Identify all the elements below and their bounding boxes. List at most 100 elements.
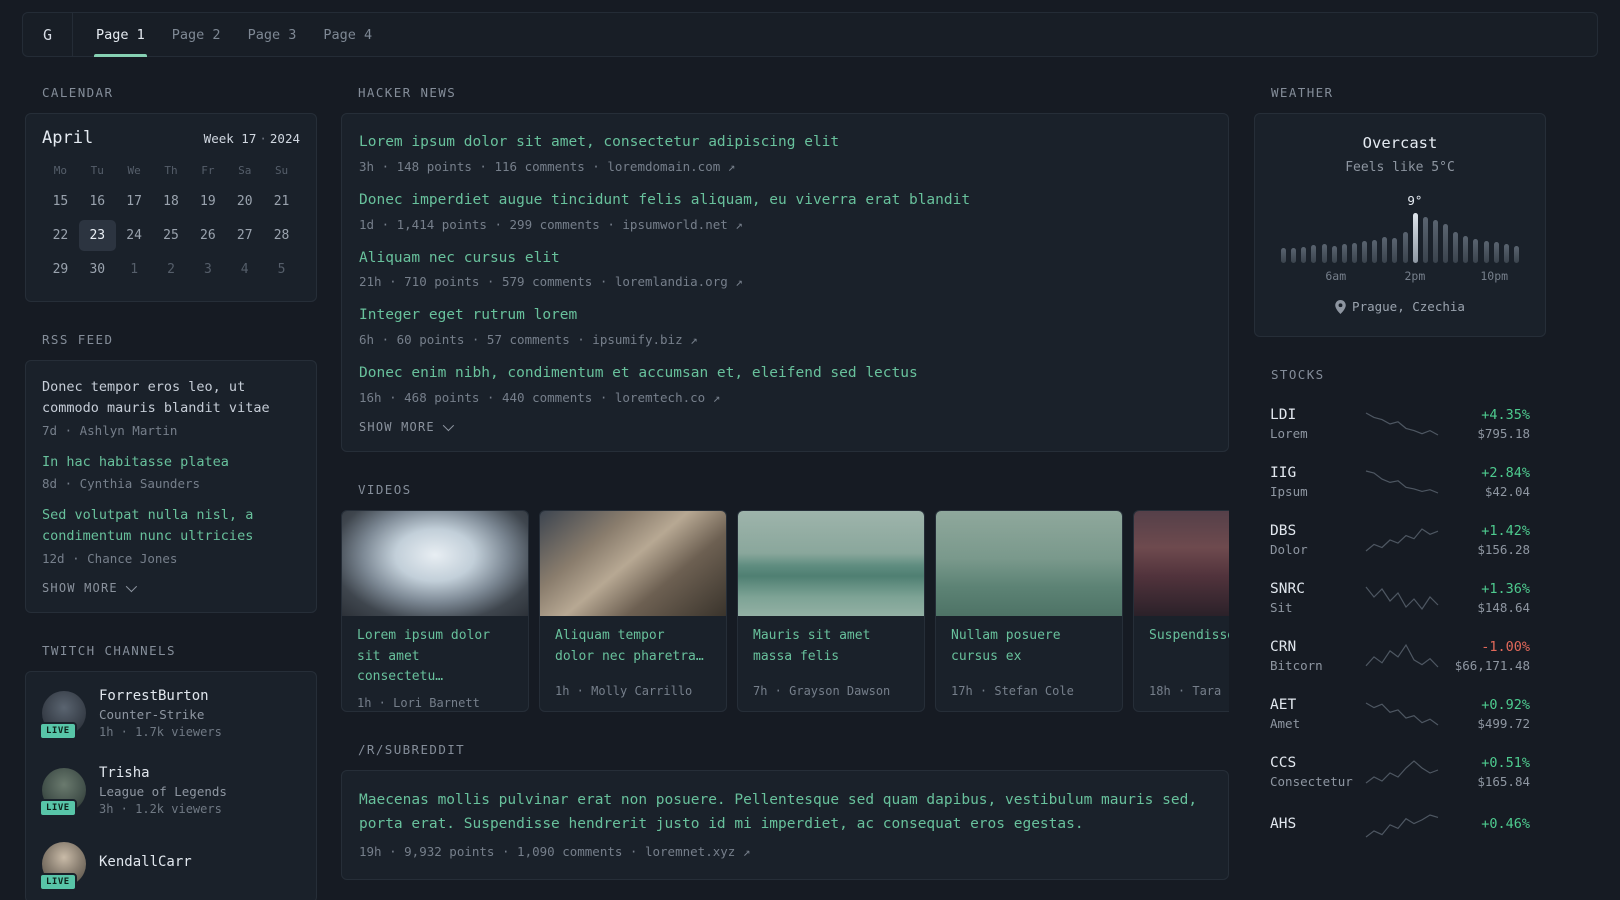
rss-item: Donec tempor eros leo, ut commodo mauris… <box>42 377 300 438</box>
stock-price: $156.28 <box>1477 541 1530 557</box>
calendar-dow-label: Su <box>274 164 289 177</box>
hn-source-link[interactable]: ipsumworld.net ↗ <box>622 217 742 232</box>
calendar-dow-label: Sa <box>238 164 252 177</box>
hn-source-link[interactable]: ipsumify.biz ↗ <box>592 332 697 347</box>
hn-item-title[interactable]: Lorem ipsum dolor sit amet, consectetur … <box>359 132 1211 154</box>
hn-source-link[interactable]: loremlandia.org ↗ <box>615 274 743 289</box>
video-title: Lorem ipsum dolor sit amet consectetu… <box>357 627 491 685</box>
twitch-channel[interactable]: LIVE Trisha League of Legends 3h · 1.2k … <box>39 765 300 818</box>
stock-row[interactable]: AET Amet +0.92% $499.72 <box>1254 685 1546 743</box>
twitch-channel[interactable]: LIVE KendallCarr <box>39 841 300 891</box>
show-more-button[interactable]: SHOW MORE <box>359 419 454 434</box>
weather-bar <box>1372 239 1378 263</box>
stock-row[interactable]: IIG Ipsum +2.84% $42.04 <box>1254 453 1546 511</box>
weather-bar <box>1453 232 1459 263</box>
stock-row[interactable]: AHS +0.46% <box>1254 801 1546 851</box>
post-title[interactable]: Maecenas mollis pulvinar erat non posuer… <box>359 789 1211 837</box>
hn-item: Aliquam nec cursus elit 21h · 710 points… <box>359 248 1211 290</box>
stock-price: $42.04 <box>1484 483 1530 499</box>
video-thumbnail <box>540 510 726 616</box>
top-nav: G Page 1 Page 2 Page 3 Page 4 <box>22 12 1598 57</box>
calendar-day: 1 <box>130 262 139 277</box>
hn-item-title[interactable]: Integer eget rutrum lorem <box>359 305 1211 327</box>
section-weather: WEATHER Overcast Feels like 5°C 9° 6am 2… <box>1254 85 1546 337</box>
rss-item: In hac habitasse platea 8d · Cynthia Sau… <box>42 452 300 491</box>
video-card[interactable]: Suspendisse diam 18h · Tara <box>1133 509 1229 712</box>
hn-item-title[interactable]: Donec imperdiet augue tincidunt felis al… <box>359 190 1211 212</box>
video-thumbnail <box>738 510 924 616</box>
video-card[interactable]: Mauris sit amet massa felis 7h · Grayson… <box>737 509 925 712</box>
hn-item: Donec imperdiet augue tincidunt felis al… <box>359 190 1211 232</box>
stock-price: $148.64 <box>1477 599 1530 615</box>
section-title: HACKER NEWS <box>358 85 457 100</box>
stock-ticker: LDI <box>1270 406 1297 423</box>
calendar-card: April Week 17 · 2024 Mo Tu We Th Fr Sa S… <box>25 113 317 302</box>
section-title: CALENDAR <box>42 85 114 100</box>
dashboard: CALENDAR April Week 17 · 2024 Mo Tu We T… <box>0 57 1620 900</box>
rss-item-title[interactable]: In hac habitasse platea <box>42 452 300 473</box>
hn-source-link[interactable]: loremdomain.com ↗ <box>607 159 735 174</box>
twitch-channel[interactable]: LIVE ForrestBurton Counter-Strike 1h · 1… <box>39 688 300 741</box>
weather-time-label: 6am <box>1325 269 1347 283</box>
section-title: /R/SUBREDDIT <box>358 741 466 757</box>
stock-name: Ipsum <box>1270 483 1308 499</box>
hn-item: Donec enim nibh, condimentum et accumsan… <box>359 363 1211 405</box>
stock-row[interactable]: LDI Lorem +4.35% $795.18 <box>1254 395 1546 453</box>
stock-price: $499.72 <box>1477 715 1530 731</box>
video-card[interactable]: Nullam posuere cursus ex 17h · Stefan Co… <box>935 509 1123 712</box>
nav-tab[interactable]: Page 2 <box>159 13 234 56</box>
hn-item-title[interactable]: Donec enim nibh, condimentum et accumsan… <box>359 363 1211 385</box>
stock-price: $795.18 <box>1477 425 1530 441</box>
weather-bar <box>1432 220 1438 263</box>
stock-row[interactable]: CCS Consectetur +0.51% $165.84 <box>1254 743 1546 801</box>
stock-ticker: CRN <box>1270 638 1297 655</box>
section-title: RSS FEED <box>42 332 114 347</box>
hn-item: Lorem ipsum dolor sit amet, consectetur … <box>359 132 1211 174</box>
stock-change: +0.51% <box>1481 754 1530 771</box>
stock-change: +1.42% <box>1481 522 1530 539</box>
stock-change: +0.46% <box>1481 816 1530 832</box>
hn-item-title[interactable]: Aliquam nec cursus elit <box>359 248 1211 270</box>
video-card[interactable]: Lorem ipsum dolor sit amet consectetu… 1… <box>341 509 529 712</box>
stock-change: +4.35% <box>1481 406 1530 423</box>
subreddit-card: Maecenas mollis pulvinar erat non posuer… <box>341 769 1229 880</box>
calendar-day: 25 <box>163 228 179 243</box>
stock-sparkline <box>1365 759 1439 783</box>
weather-bar <box>1291 248 1297 263</box>
show-more-button[interactable]: SHOW MORE <box>42 580 137 595</box>
stock-row[interactable]: CRN Bitcorn -1.00% $66,171.48 <box>1254 627 1546 685</box>
rss-item-title[interactable]: Sed volutpat nulla nisl, a condimentum n… <box>42 505 300 548</box>
weather-bar <box>1321 244 1327 263</box>
video-title: Nullam posuere cursus ex <box>951 627 1061 664</box>
section-title: WEATHER <box>1271 85 1334 100</box>
calendar-month: April <box>42 128 94 148</box>
weather-bar <box>1311 245 1317 263</box>
nav-tab[interactable]: Page 4 <box>310 13 385 56</box>
weather-bar <box>1281 248 1286 263</box>
weather-bar <box>1463 236 1469 263</box>
stock-name: Lorem <box>1270 425 1308 441</box>
stocks-list: LDI Lorem +4.35% $795.18 IIG Ipsum +2.84… <box>1254 395 1546 851</box>
stock-ticker: AHS <box>1270 816 1297 832</box>
nav-tab[interactable]: Page 3 <box>235 13 310 56</box>
stock-row[interactable]: DBS Dolor +1.42% $156.28 <box>1254 511 1546 569</box>
video-thumbnail <box>342 510 528 616</box>
stock-ticker: CCS <box>1270 754 1297 771</box>
video-card[interactable]: Aliquam tempor dolor nec pharetra… 1h · … <box>539 509 727 712</box>
hn-item-meta: 16h · 468 points · 440 comments · loremt… <box>359 389 721 405</box>
rss-item-title[interactable]: Donec tempor eros leo, ut commodo mauris… <box>42 377 300 420</box>
stock-sparkline <box>1365 701 1439 725</box>
stock-ticker: IIG <box>1270 464 1297 481</box>
weather-bar <box>1351 243 1357 263</box>
calendar-day: 21 <box>273 194 290 209</box>
hn-source-link[interactable]: loremtech.co ↗ <box>615 390 720 405</box>
stock-row[interactable]: SNRC Sit +1.36% $148.64 <box>1254 569 1546 627</box>
stock-ticker: SNRC <box>1270 580 1305 597</box>
rss-item-meta: 7d · Ashlyn Martin <box>42 422 178 438</box>
video-meta: 17h · Stefan Cole <box>951 683 1074 698</box>
calendar-day: 30 <box>89 262 106 277</box>
post-source-link[interactable]: loremnet.xyz ↗ <box>645 844 750 859</box>
weather-chart: 9° 6am 2pm 10pm <box>1281 193 1519 285</box>
stock-name: Dolor <box>1270 541 1308 557</box>
nav-tab[interactable]: Page 1 <box>83 13 158 57</box>
